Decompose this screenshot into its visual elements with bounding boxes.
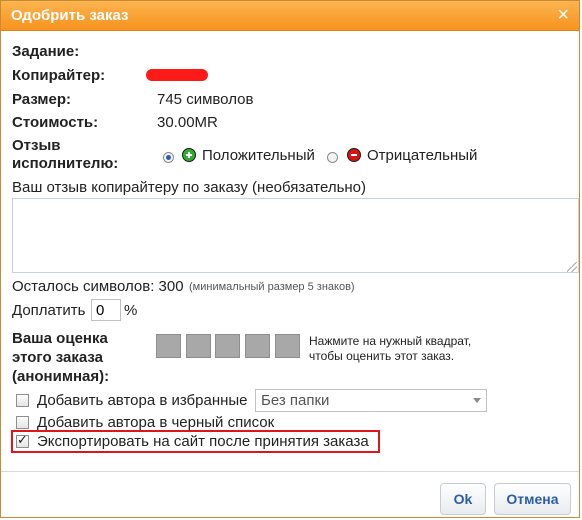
feedback-textarea[interactable] <box>12 198 579 273</box>
folder-select[interactable]: Без папки <box>255 389 487 412</box>
rating-label-line2: этого заказа <box>12 349 104 366</box>
rating-square-3[interactable] <box>215 334 240 358</box>
export-checkbox[interactable] <box>16 433 29 448</box>
chars-left-hint: (минимальный размер 5 знаков) <box>189 281 355 293</box>
review-positive-label[interactable]: Положительный <box>202 147 315 164</box>
rating-square-1[interactable] <box>156 334 181 358</box>
task-label: Задание: <box>12 43 80 60</box>
dialog-title: Одобрить заказ <box>11 7 129 24</box>
favorites-checkbox[interactable] <box>16 394 29 407</box>
extra-pay-input[interactable] <box>91 299 121 321</box>
radio-unchecked-icon <box>327 151 338 163</box>
cost-label: Стоимость: <box>12 114 99 131</box>
review-negative-radio[interactable] <box>327 148 338 165</box>
rating-square-4[interactable] <box>245 334 270 358</box>
size-value: 745 символов <box>157 91 254 108</box>
thumbs-up-plus-icon <box>182 146 196 163</box>
cost-value: 30.00MR <box>157 114 218 131</box>
rating-square-2[interactable] <box>186 334 211 358</box>
footer-divider <box>1 471 579 472</box>
blacklist-label[interactable]: Добавить автора в черный список <box>37 414 274 431</box>
dialog-titlebar: Одобрить заказ × <box>1 1 579 31</box>
extra-pay-label: Доплатить <box>12 302 86 319</box>
review-positive-radio[interactable] <box>163 148 174 165</box>
feedback-prompt: Ваш отзыв копирайтеру по заказу (необяза… <box>12 179 367 196</box>
review-label-line1: Отзыв <box>12 137 61 154</box>
export-label[interactable]: Экспортировать на сайт после принятия за… <box>37 433 369 450</box>
favorites-label[interactable]: Добавить автора в избранные <box>37 392 248 409</box>
chars-left-label: Осталось символов: 300 <box>12 278 184 295</box>
ok-button[interactable]: Ok <box>440 483 486 515</box>
approve-order-dialog: Одобрить заказ × Задание: Копирайтер: Ра… <box>0 0 580 518</box>
blacklist-checkbox[interactable] <box>16 416 29 429</box>
extra-pay-unit: % <box>124 302 138 319</box>
rating-hint-line1: Нажмите на нужный квадрат, <box>309 334 472 348</box>
rating-label-line3: (анонимная): <box>12 368 110 385</box>
copywriter-label: Копирайтер: <box>12 67 106 84</box>
folder-select-value: Без папки <box>261 392 330 409</box>
rating-square-5[interactable] <box>275 334 300 358</box>
radio-checked-icon <box>163 151 174 163</box>
rating-hint-line2: чтобы оценить этот заказ. <box>309 349 455 363</box>
chevron-down-icon <box>473 398 481 403</box>
review-negative-label[interactable]: Отрицательный <box>367 147 477 164</box>
close-icon[interactable]: × <box>557 3 569 27</box>
size-label: Размер: <box>12 91 72 108</box>
minus-circle-icon <box>347 146 361 163</box>
rating-label-line1: Ваша оценка <box>12 330 108 347</box>
redacted-copywriter-name <box>146 69 208 81</box>
cancel-button[interactable]: Отмена <box>494 483 571 515</box>
resize-grip-icon[interactable] <box>567 262 577 272</box>
review-label-line2: исполнителю: <box>12 155 119 172</box>
